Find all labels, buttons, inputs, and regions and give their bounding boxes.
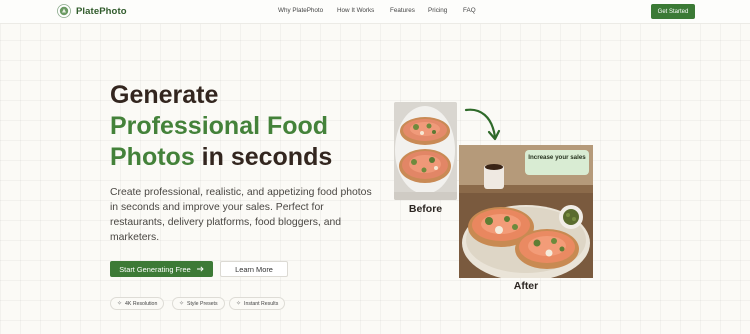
chip-label: 4K Resolution (125, 300, 158, 307)
curved-arrow-icon (464, 108, 501, 141)
nav-link-features[interactable]: Features (390, 7, 415, 14)
nav-link-how-it-works[interactable]: How It Works (337, 7, 374, 14)
navbar: PlatePhoto Why PlatePhoto How It Works F… (0, 0, 750, 24)
arrow-right-icon (196, 266, 204, 272)
after-label: After (513, 280, 539, 292)
sparkle-icon: ✧ (117, 301, 123, 307)
nav-link-pricing[interactable]: Pricing (428, 7, 447, 14)
hero-title-highlight1: Professional Food (110, 112, 329, 140)
start-generating-button[interactable]: Start Generating Free (110, 261, 213, 277)
plate-logo-icon (57, 4, 71, 18)
nav-link-faq[interactable]: FAQ (463, 7, 476, 14)
nav-link-why[interactable]: Why PlatePhoto (278, 7, 323, 14)
chip-label: Style Presets (187, 300, 218, 307)
feature-chip-instant: ✧ Instant Results (229, 297, 286, 310)
sparkle-icon: ✧ (236, 301, 242, 307)
feature-chip-presets: ✧ Style Presets (172, 297, 225, 310)
chip-label: Instant Results (244, 300, 279, 307)
brand-name: PlatePhoto (76, 5, 127, 17)
learn-more-button[interactable]: Learn More (220, 261, 288, 277)
before-food-photo (394, 102, 457, 200)
get-started-button[interactable]: Get Started (651, 4, 695, 19)
feature-chip-resolution: ✧ 4K Resolution (110, 297, 165, 310)
before-label: Before (408, 203, 443, 215)
start-generating-label: Start Generating Free (119, 264, 191, 274)
hero-description: Create professional, realistic, and appe… (110, 187, 372, 243)
hero-title: Generate Professional Food Photos in sec… (110, 80, 370, 173)
hero-title-rest: in seconds (194, 143, 333, 171)
brand[interactable]: PlatePhoto (57, 4, 127, 18)
increase-sales-badge: Increase your sales (525, 150, 589, 175)
hero-title-line1: Generate (110, 81, 219, 109)
sparkle-icon: ✧ (179, 301, 185, 307)
hero-title-highlight2: Photos (110, 143, 195, 171)
